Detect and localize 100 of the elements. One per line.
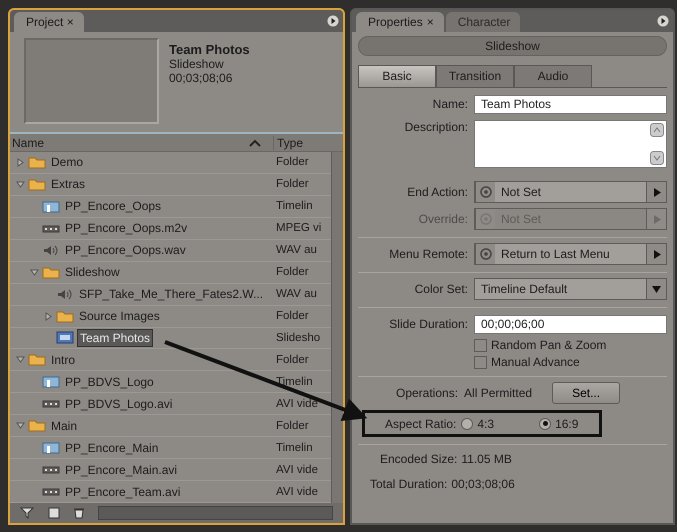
preview-duration: 00;03;08;06 (169, 71, 234, 85)
folder-icon (28, 353, 46, 366)
checkbox[interactable] (474, 338, 487, 352)
close-icon[interactable]: × (66, 15, 74, 29)
item-name: Main (50, 418, 78, 434)
expanded-triangle-icon[interactable] (16, 421, 25, 430)
field-label: Name: (432, 97, 468, 111)
trash-icon[interactable] (74, 507, 84, 519)
field-label: Slide Duration: (388, 317, 468, 331)
timeline-icon (42, 200, 60, 213)
subtab[interactable]: Transition (436, 65, 514, 87)
tree-row[interactable]: PP_Encore_Oops.m2v MPEG vi (10, 218, 331, 240)
tree-row[interactable]: PP_BDVS_Logo.avi AVI vide (10, 393, 331, 416)
item-name: PP_Encore_Team.avi (64, 484, 182, 500)
name-column-header[interactable]: Name (10, 136, 249, 150)
item-name: PP_Encore_Oops.wav (64, 242, 187, 258)
project-tab[interactable]: Project × (14, 12, 84, 32)
item-name: PP_Encore_Main.avi (64, 462, 178, 478)
tree-row[interactable]: Extras Folder (10, 174, 331, 196)
item-type: Slidesho (275, 332, 322, 344)
tree-row[interactable]: Team Photos Slidesho (10, 328, 331, 350)
item-type: Folder (275, 420, 310, 432)
tree-row[interactable]: Source Images Folder (10, 306, 331, 328)
item-name: Demo (50, 154, 84, 170)
tree-row[interactable]: PP_Encore_Oops Timelin (10, 196, 331, 218)
item-name: Slideshow (64, 264, 121, 280)
slideshow-icon (56, 331, 74, 344)
panel-tab[interactable]: Character (446, 12, 520, 32)
tree-row[interactable]: SFP_Take_Me_There_Fates2.W... WAV au (10, 284, 331, 306)
subtab[interactable]: Basic (358, 65, 436, 87)
radio-option[interactable]: 4:3 (461, 416, 494, 430)
speaker-icon (42, 244, 60, 257)
field-label: Description: (404, 120, 468, 134)
tree-row[interactable]: Slideshow Folder (10, 262, 331, 284)
item-type: AVI vide (275, 486, 319, 498)
tree-row[interactable]: Main Folder (10, 415, 331, 438)
color-set-dropdown[interactable]: Timeline Default (474, 278, 667, 300)
play-arrow-icon (652, 188, 660, 196)
timeline-icon (42, 441, 60, 454)
checkbox[interactable] (474, 356, 487, 368)
encoded-size-value: 11.05 MB (461, 452, 512, 466)
item-type: Folder (275, 266, 310, 278)
collapsed-triangle-icon[interactable] (16, 158, 25, 167)
expanded-triangle-icon[interactable] (16, 355, 25, 364)
item-type: Timelin (275, 200, 314, 212)
folder-icon (28, 156, 46, 169)
action-selector[interactable]: Not Set (474, 181, 667, 203)
expanded-triangle-icon[interactable] (30, 268, 39, 277)
horizontal-scrollbar[interactable] (98, 506, 333, 520)
object-type-header: Slideshow (358, 36, 667, 56)
item-type: WAV au (275, 288, 318, 300)
item-name: PP_BDVS_Logo (64, 374, 155, 390)
play-arrow-icon (652, 250, 660, 258)
new-item-icon[interactable] (48, 507, 60, 519)
field-label: Aspect Ratio: (385, 416, 456, 430)
folder-icon (56, 310, 74, 323)
item-name: Intro (50, 352, 76, 368)
name-field[interactable]: Team Photos (474, 94, 667, 114)
tree-row[interactable]: Intro Folder (10, 349, 331, 372)
tree-row[interactable]: PP_Encore_Oops.wav WAV au (10, 240, 331, 262)
item-type: AVI vide (275, 464, 319, 476)
filter-icon[interactable] (20, 507, 34, 519)
panel-menu-icon[interactable] (327, 15, 339, 27)
item-type: Folder (275, 156, 310, 168)
collapsed-triangle-icon[interactable] (44, 312, 53, 321)
tree-row[interactable]: Demo Folder (10, 152, 331, 174)
panel-tab[interactable]: Properties × (356, 12, 444, 32)
dropdown-arrow-icon (652, 286, 661, 292)
folder-icon (28, 419, 46, 432)
item-name: PP_Encore_Oops (64, 198, 162, 214)
tree-row[interactable]: PP_Encore_Main Timelin (10, 437, 331, 460)
folder-icon (42, 266, 60, 279)
item-type: MPEG vi (275, 222, 322, 234)
radio-option[interactable]: 16:9 (539, 416, 578, 430)
field-label: Encoded Size: (380, 452, 458, 466)
item-type: AVI vide (275, 398, 319, 410)
subtab[interactable]: Audio (514, 65, 592, 87)
description-field[interactable] (474, 120, 667, 168)
scroll-arrows-icon[interactable] (650, 123, 664, 165)
expanded-triangle-icon[interactable] (16, 180, 25, 189)
menu-remote-selector[interactable]: Return to Last Menu (474, 243, 667, 265)
field-label: Menu Remote: (388, 247, 468, 261)
type-column-header[interactable]: Type (273, 136, 343, 150)
close-icon[interactable]: × (426, 15, 434, 29)
item-type: WAV au (275, 244, 318, 256)
total-duration-value: 00;03;08;06 (451, 477, 515, 491)
slide-duration-field[interactable]: 00;00;06;00 (474, 314, 667, 334)
set-button[interactable]: Set... (552, 382, 620, 404)
field-label: End Action: (406, 185, 468, 199)
vertical-scrollbar[interactable] (331, 152, 343, 503)
item-name: PP_Encore_Oops.m2v (64, 220, 188, 236)
operations-value: All Permitted (464, 386, 532, 400)
item-name: PP_BDVS_Logo.avi (64, 396, 174, 412)
panel-menu-icon[interactable] (657, 15, 669, 27)
pickwhip-icon[interactable] (478, 185, 492, 199)
play-arrow-icon (652, 214, 660, 224)
sort-ascending-icon[interactable] (249, 138, 261, 146)
pickwhip-icon[interactable] (478, 247, 492, 261)
tree-row[interactable]: PP_Encore_Main.avi AVI vide (10, 459, 331, 482)
field-label: Color Set: (414, 282, 468, 296)
